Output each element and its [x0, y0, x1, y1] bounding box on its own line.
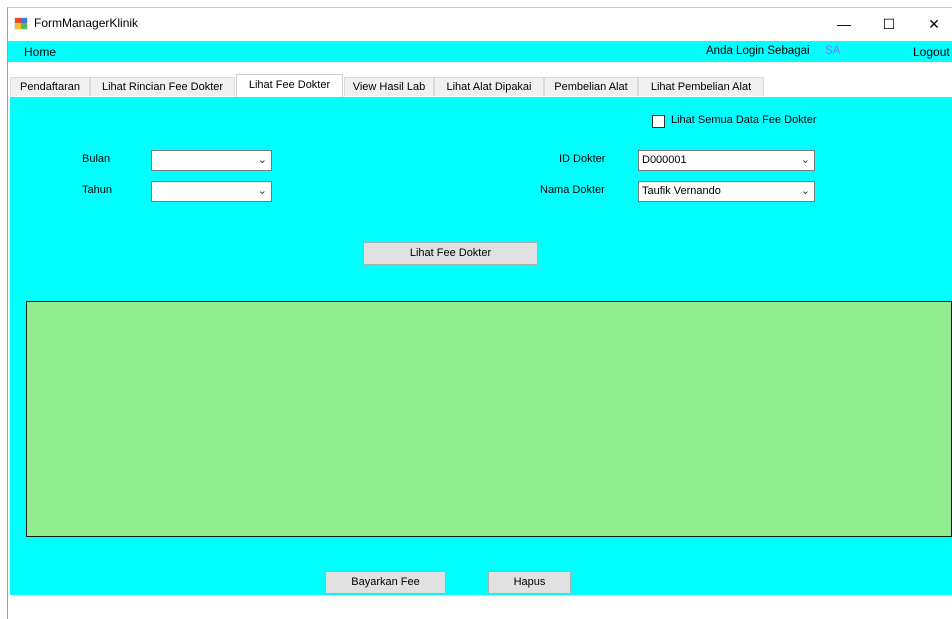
tab-pendaftaran[interactable]: Pendaftaran	[10, 77, 90, 96]
login-user: SA	[825, 45, 841, 57]
id-dokter-select[interactable]: D000001 ⌄	[638, 150, 815, 171]
hapus-button[interactable]: Hapus	[488, 571, 571, 594]
login-label: Anda Login Sebagai	[706, 45, 810, 57]
tab-content-panel: Lihat Semua Data Fee Dokter Bulan ⌄ Tahu…	[10, 97, 952, 595]
tab-lihat-fee-dokter[interactable]: Lihat Fee Dokter	[236, 74, 343, 97]
minimize-button[interactable]: —	[821, 8, 867, 40]
minimize-icon: —	[837, 16, 851, 32]
fee-data-grid[interactable]	[26, 301, 952, 537]
close-icon: ✕	[928, 16, 940, 32]
app-window: FormManagerKlinik — ☐ ✕ Home Anda Login …	[7, 7, 952, 619]
tab-lihat-rincian-fee-dokter[interactable]: Lihat Rincian Fee Dokter	[90, 77, 235, 96]
id-dokter-value: D000001	[642, 154, 687, 166]
title-bar: FormManagerKlinik — ☐ ✕	[8, 8, 952, 40]
bulan-label: Bulan	[82, 153, 111, 165]
tab-lihat-alat-dipakai[interactable]: Lihat Alat Dipakai	[434, 77, 544, 96]
maximize-icon: ☐	[882, 16, 896, 32]
close-button[interactable]: ✕	[911, 8, 952, 40]
chevron-down-icon: ⌄	[800, 154, 810, 166]
menu-bar: Home Anda Login Sebagai SA Logout	[8, 41, 952, 62]
app-icon	[14, 17, 28, 30]
id-dokter-label: ID Dokter	[559, 153, 606, 165]
maximize-button[interactable]: ☐	[866, 8, 912, 40]
tab-view-hasil-lab[interactable]: View Hasil Lab	[344, 77, 434, 96]
tab-pembelian-alat[interactable]: Pembelian Alat	[544, 77, 638, 96]
nama-dokter-label: Nama Dokter	[540, 184, 605, 196]
tab-strip: Pendaftaran Lihat Rincian Fee Dokter Lih…	[8, 62, 952, 98]
lihat-semua-checkbox[interactable]	[652, 115, 665, 128]
menu-logout[interactable]: Logout	[913, 45, 950, 59]
tab-lihat-pembelian-alat[interactable]: Lihat Pembelian Alat	[638, 77, 764, 96]
chevron-down-icon: ⌄	[800, 185, 810, 197]
lihat-fee-dokter-button[interactable]: Lihat Fee Dokter	[363, 242, 538, 265]
nama-dokter-select[interactable]: Taufik Vernando ⌄	[638, 181, 815, 202]
menu-home[interactable]: Home	[24, 45, 56, 59]
tahun-label: Tahun	[82, 184, 112, 196]
window-title: FormManagerKlinik	[34, 16, 139, 30]
chevron-down-icon: ⌄	[257, 154, 267, 166]
nama-dokter-value: Taufik Vernando	[642, 185, 721, 197]
bulan-select[interactable]: ⌄	[151, 150, 272, 171]
lihat-semua-label: Lihat Semua Data Fee Dokter	[671, 114, 817, 126]
chevron-down-icon: ⌄	[257, 185, 267, 197]
bayarkan-fee-button[interactable]: Bayarkan Fee	[325, 571, 446, 594]
tahun-select[interactable]: ⌄	[151, 181, 272, 202]
